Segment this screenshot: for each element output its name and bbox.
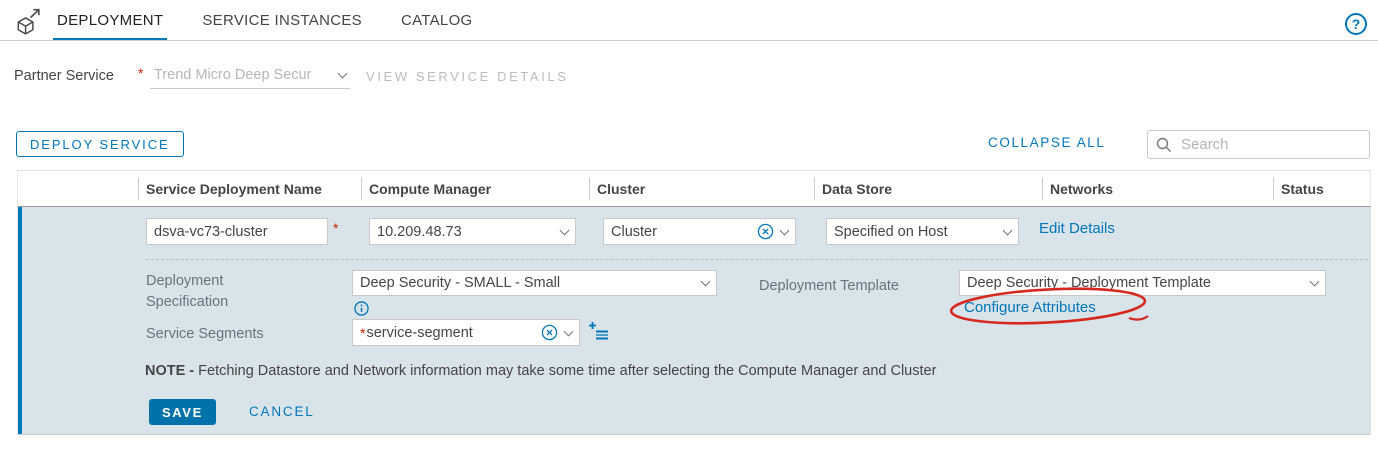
chevron-down-icon (1310, 277, 1320, 287)
required-asterisk: * (138, 65, 143, 81)
view-service-details-link[interactable]: VIEW SERVICE DETAILS (366, 69, 569, 84)
required-asterisk: * (333, 220, 338, 236)
column-header-compute-manager: Compute Manager (361, 171, 589, 206)
add-segment-icon[interactable] (588, 321, 610, 341)
row-section-divider (146, 259, 1368, 260)
column-header-service-deployment-name: Service Deployment Name (138, 171, 361, 206)
chevron-down-icon (701, 277, 711, 287)
service-deployment-icon (11, 7, 42, 43)
column-header-status: Status (1273, 171, 1370, 206)
nav-divider (0, 40, 1378, 41)
compute-manager-select[interactable]: 10.209.48.73 (369, 218, 576, 245)
tab-deployment[interactable]: DEPLOYMENT (53, 12, 167, 41)
tab-catalog[interactable]: CATALOG (397, 12, 477, 41)
save-button[interactable]: SAVE (149, 399, 216, 425)
search-box (1147, 130, 1370, 159)
data-store-select[interactable]: Specified on Host (826, 218, 1019, 245)
note-text: NOTE - Fetching Datastore and Network in… (145, 363, 936, 379)
column-header-cluster: Cluster (589, 171, 814, 206)
required-asterisk: * (360, 325, 365, 341)
deployment-specification-select[interactable]: Deep Security - SMALL - Small (352, 270, 717, 296)
deployment-row-expanded: * 10.209.48.73 Cluster Specified on Host (17, 207, 1371, 435)
service-deployment-name-input[interactable] (146, 218, 328, 245)
chevron-down-icon (564, 326, 574, 336)
column-header-blank (18, 171, 138, 206)
row-selected-accent-bar (18, 207, 22, 434)
service-segments-label: Service Segments (146, 324, 264, 345)
note-label: NOTE - (145, 363, 194, 379)
chevron-down-icon (1003, 225, 1013, 235)
partner-service-select[interactable]: Trend Micro Deep Secur (150, 62, 350, 89)
deployment-template-label: Deployment Template (759, 276, 899, 297)
partner-service-label: Partner Service (14, 68, 114, 84)
collapse-all-link[interactable]: COLLAPSE ALL (988, 135, 1106, 150)
chevron-down-icon (338, 69, 348, 79)
column-header-data-store: Data Store (814, 171, 1042, 206)
column-header-networks: Networks (1042, 171, 1273, 206)
cluster-value: Cluster (611, 224, 751, 240)
deployments-table: Service Deployment Name Compute Manager … (17, 170, 1371, 435)
search-input[interactable] (1179, 135, 1361, 154)
deployment-template-select[interactable]: Deep Security - Deployment Template (959, 270, 1326, 296)
service-deployment-screen: DEPLOYMENT SERVICE INSTANCES CATALOG ? P… (0, 0, 1378, 449)
service-segments-select[interactable]: * service-segment (352, 319, 580, 346)
chevron-down-icon (560, 225, 570, 235)
clear-selection-icon[interactable] (541, 324, 558, 341)
top-tabs: DEPLOYMENT SERVICE INSTANCES CATALOG (53, 0, 477, 41)
edit-details-link[interactable]: Edit Details (1039, 220, 1115, 237)
cluster-select[interactable]: Cluster (603, 218, 796, 245)
deploy-service-button[interactable]: DEPLOY SERVICE (16, 131, 184, 157)
compute-manager-value: 10.209.48.73 (377, 224, 555, 240)
note-body: Fetching Datastore and Network informati… (194, 363, 936, 379)
chevron-down-icon (780, 225, 790, 235)
deployment-specification-label: Deployment Specification (146, 271, 261, 313)
data-store-value: Specified on Host (834, 224, 998, 240)
info-icon[interactable] (354, 301, 369, 316)
search-icon (1156, 137, 1172, 153)
table-header-row: Service Deployment Name Compute Manager … (17, 170, 1371, 207)
deployment-specification-value: Deep Security - SMALL - Small (360, 275, 696, 291)
configure-attributes-link[interactable]: Configure Attributes (964, 299, 1096, 316)
service-segments-value: service-segment (366, 325, 535, 341)
tab-service-instances[interactable]: SERVICE INSTANCES (198, 12, 366, 41)
deployment-template-value: Deep Security - Deployment Template (967, 275, 1305, 291)
clear-selection-icon[interactable] (757, 223, 774, 240)
partner-service-value: Trend Micro Deep Secur (154, 67, 339, 83)
cancel-button[interactable]: CANCEL (249, 404, 315, 419)
help-icon[interactable]: ? (1345, 13, 1367, 35)
